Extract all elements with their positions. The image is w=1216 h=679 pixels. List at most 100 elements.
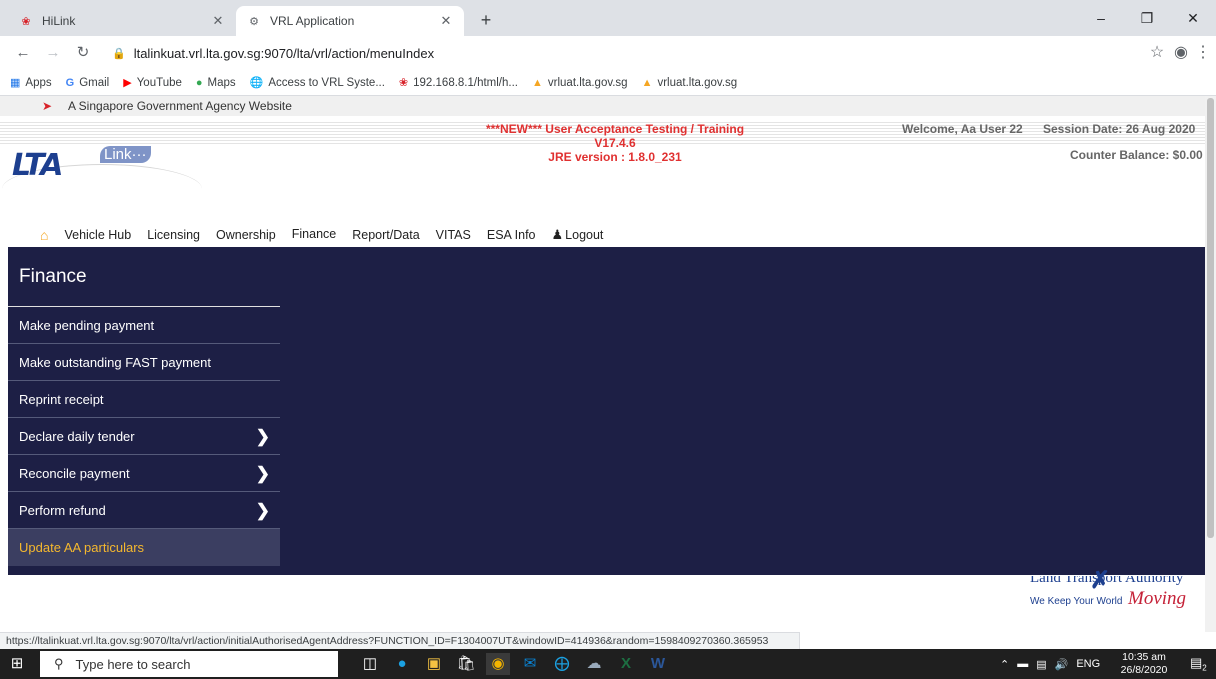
new-tab-button[interactable]: + xyxy=(474,8,498,32)
sidebar-item-perform-refund[interactable]: Perform refund ❯ xyxy=(8,492,280,529)
lta-footer-logo: Land Transport Authority ✗ We Keep Your … xyxy=(1010,567,1200,624)
chevron-right-icon: ❯ xyxy=(255,427,270,446)
notification-icon[interactable]: ▤2 xyxy=(1190,655,1207,673)
sidebar-item-update-aa-particulars[interactable]: Update AA particulars xyxy=(8,529,280,566)
windows-taskbar: ⊞ ⚲ Type here to search ◫ ● ▣ 🛍 ◉ ✉ ⨁ ☁ … xyxy=(0,649,1216,679)
chrome-icon[interactable]: ◉ xyxy=(486,653,510,675)
taskbar-search-box[interactable]: ⚲ Type here to search xyxy=(40,651,338,677)
huawei-icon: ❀ xyxy=(398,77,409,89)
finance-sidebar: Finance Make pending payment Make outsta… xyxy=(8,247,280,575)
sidebar-item-make-pending-payment[interactable]: Make pending payment xyxy=(8,307,280,344)
menu-report-data[interactable]: Report/Data xyxy=(352,222,419,248)
system-tray: ⌃ ▬ ▤ 🔊 ENG xyxy=(1000,649,1108,679)
lta-icon: ▲ xyxy=(532,76,543,89)
bookmark-vrluat-1[interactable]: ▲ vrluat.lta.gov.sg xyxy=(532,77,628,89)
sidebar-item-reconcile-payment[interactable]: Reconcile payment ❯ xyxy=(8,455,280,492)
menu-esa-info[interactable]: ESA Info xyxy=(487,222,536,248)
network-app-icon[interactable]: ☁ xyxy=(582,653,606,675)
notification-count: 2 xyxy=(1202,663,1207,673)
close-tab-icon[interactable]: ✕ xyxy=(210,13,226,29)
bookmark-apps[interactable]: ▦ Apps xyxy=(10,76,52,90)
address-bar[interactable]: 🔒 ltalinkuat.vrl.lta.gov.sg:9070/lta/vrl… xyxy=(102,40,1142,66)
finance-panel: Finance Make pending payment Make outsta… xyxy=(8,247,1205,575)
battery-icon[interactable]: ▬ xyxy=(1017,658,1028,670)
bookmark-youtube[interactable]: ▶ YouTube xyxy=(123,76,182,90)
user-icon: ♟ xyxy=(551,227,564,242)
sidebar-item-declare-daily-tender[interactable]: Declare daily tender ❯ xyxy=(8,418,280,455)
tab-hilink[interactable]: ❀ HiLink ✕ xyxy=(8,6,236,36)
word-icon[interactable]: W xyxy=(646,653,670,675)
page-scrollbar[interactable] xyxy=(1205,96,1216,632)
menu-finance[interactable]: Finance xyxy=(291,221,337,249)
edge-icon[interactable]: ● xyxy=(390,653,414,675)
bookmark-star-icon[interactable]: ☆ xyxy=(1146,42,1168,64)
menu-ownership[interactable]: Ownership xyxy=(216,222,276,248)
bookmark-vrl-system[interactable]: 🌐 Access to VRL Syste... xyxy=(250,76,385,90)
tab-vrl-application[interactable]: ⚙ VRL Application ✕ xyxy=(236,6,464,36)
uat-version: V17.4.6 xyxy=(594,136,636,150)
clock-time: 10:35 am xyxy=(1122,651,1166,663)
search-placeholder: Type here to search xyxy=(75,656,191,672)
menu-logout[interactable]: Logout xyxy=(565,222,603,248)
uat-notice: ***NEW*** User Acceptance Testing / Trai… xyxy=(440,122,790,164)
lock-icon: 🔒 xyxy=(112,47,126,60)
footer-moving: Moving xyxy=(1128,588,1187,609)
volume-icon[interactable]: 🔊 xyxy=(1055,658,1069,671)
profile-icon[interactable]: ◉ xyxy=(1170,42,1192,64)
minimize-button[interactable]: – xyxy=(1078,0,1124,36)
uat-jre-version: JRE version : 1.8.0_231 xyxy=(548,150,682,164)
google-icon: G xyxy=(65,76,75,89)
site-header: LTA Link··· ***NEW*** User Acceptance Te… xyxy=(0,116,1205,220)
network-icon[interactable]: ▤ xyxy=(1036,658,1046,671)
search-icon: ⚲ xyxy=(54,656,64,671)
menu-vitas[interactable]: VITAS xyxy=(436,222,471,248)
lta-link-logo[interactable]: LTA Link··· xyxy=(2,134,202,194)
sidebar-item-make-outstanding-fast-payment[interactable]: Make outstanding FAST payment xyxy=(8,344,280,381)
url-text: ltalinkuat.vrl.lta.gov.sg:9070/lta/vrl/a… xyxy=(133,45,435,61)
restore-button[interactable]: ❐ xyxy=(1124,0,1170,36)
clock-date: 26/8/2020 xyxy=(1120,664,1168,676)
lta-logo-mark: LTA xyxy=(12,148,63,183)
forward-button[interactable]: → xyxy=(42,42,64,64)
chevron-right-icon: ❯ xyxy=(255,464,270,483)
safari-icon[interactable]: ⨁ xyxy=(550,653,574,675)
windows-start-icon[interactable]: ⊞ xyxy=(6,654,28,674)
footer-tagline: We Keep Your World xyxy=(1030,596,1123,607)
close-tab-icon[interactable]: ✕ xyxy=(438,13,454,29)
bookmark-hilink[interactable]: ❀ 192.168.8.1/html/h... xyxy=(398,76,518,90)
task-view-icon[interactable]: ◫ xyxy=(358,653,382,675)
back-button[interactable]: ← xyxy=(12,42,34,64)
key-icon: ⚙ xyxy=(249,15,259,28)
reload-button[interactable]: ↻ xyxy=(72,42,94,64)
browser-toolbar: ← → ↻ 🔒 ltalinkuat.vrl.lta.gov.sg:9070/l… xyxy=(0,36,1216,70)
bookmarks-bar: ▦ Apps G Gmail ▶ YouTube ● Maps 🌐 Access to V… xyxy=(0,70,1216,96)
bookmark-maps[interactable]: ● Maps xyxy=(196,77,236,89)
store-icon[interactable]: 🛍 xyxy=(454,653,478,675)
file-explorer-icon[interactable]: ▣ xyxy=(422,653,446,675)
language-indicator[interactable]: ENG xyxy=(1076,658,1100,670)
excel-icon[interactable]: X xyxy=(614,653,638,675)
huawei-icon: ❀ xyxy=(21,15,31,28)
lta-icon: ▲ xyxy=(641,76,653,89)
bookmark-vrluat-2[interactable]: ▲ vrluat.lta.gov.sg xyxy=(642,77,738,89)
bookmark-gmail[interactable]: G Gmail xyxy=(66,77,110,89)
browser-tab-strip: ❀ HiLink ✕ ⚙ VRL Application ✕ + – ❐ ✕ xyxy=(0,0,1216,36)
link-status-bar: https://ltalinkuat.vrl.lta.gov.sg:9070/l… xyxy=(0,632,800,649)
menu-licensing[interactable]: Licensing xyxy=(147,222,200,248)
mail-icon[interactable]: ✉ xyxy=(518,653,542,675)
sidebar-item-reprint-receipt[interactable]: Reprint receipt xyxy=(8,381,280,418)
scrollbar-thumb[interactable] xyxy=(1207,98,1214,538)
lion-head-icon: ➤ xyxy=(42,99,53,113)
logo-link-text: Link··· xyxy=(100,146,151,163)
window-close-button[interactable]: ✕ xyxy=(1170,0,1216,36)
maps-icon: ● xyxy=(195,76,203,89)
tab-title: HiLink xyxy=(42,14,76,28)
taskbar-clock[interactable]: 10:35 am 26/8/2020 xyxy=(1114,651,1174,677)
home-icon[interactable]: ⌂ xyxy=(40,227,48,243)
chevron-up-icon[interactable]: ⌃ xyxy=(1000,658,1009,671)
uat-title: ***NEW*** User Acceptance Testing / Trai… xyxy=(485,122,745,136)
chevron-right-icon: ❯ xyxy=(255,501,270,520)
chrome-menu-icon[interactable]: ⋮ xyxy=(1192,42,1214,64)
sidebar-title: Finance xyxy=(8,247,280,307)
menu-vehicle-hub[interactable]: Vehicle Hub xyxy=(64,222,131,248)
